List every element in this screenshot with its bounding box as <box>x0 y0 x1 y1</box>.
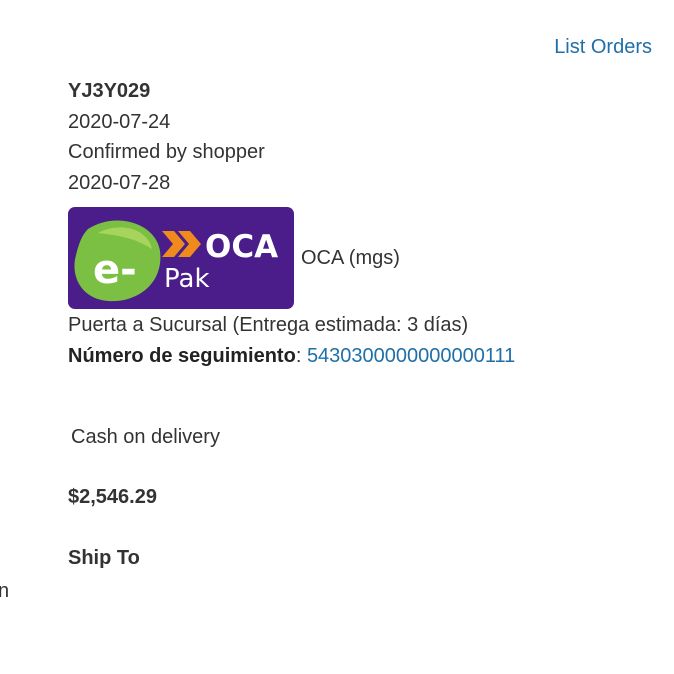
tracking-separator: : <box>295 344 302 367</box>
tracking-number-link[interactable]: 5430300000000000111 <box>307 345 515 367</box>
carrier-row: e- OCA Pak OCA (mgs) <box>68 206 658 310</box>
payment-method: Cash on delivery <box>71 426 220 448</box>
shipping-method: Puerta a Sucursal (Entrega estimada: 3 d… <box>68 314 469 336</box>
epak-badge-text: e- <box>93 247 137 293</box>
order-date: 2020-07-24 <box>68 110 171 133</box>
order-status: Confirmed by shopper <box>68 141 265 163</box>
oca-epak-logo: e- OCA Pak <box>68 207 294 309</box>
pak-logo-text: Pak <box>164 264 210 294</box>
order-summary: YJ3Y029 2020-07-24 Confirmed by shopper … <box>68 76 658 371</box>
order-total: $2,546.29 <box>68 486 157 508</box>
order-status-date: 2020-07-28 <box>68 171 171 194</box>
order-detail-page: List Orders YJ3Y029 2020-07-24 Confirmed… <box>0 0 674 674</box>
list-orders-link[interactable]: List Orders <box>554 36 652 59</box>
tracking-row: Número de seguimiento: 54303000000000001… <box>68 341 658 372</box>
order-id: YJ3Y029 <box>68 80 151 102</box>
carrier-name: OCA (mgs) <box>301 246 400 269</box>
tracking-label: Número de seguimiento <box>68 344 296 367</box>
oca-epak-logo-graphic: e- OCA Pak <box>74 220 278 302</box>
ship-to-heading: Ship To <box>68 547 140 569</box>
address-partial-text: n <box>0 580 10 602</box>
oca-logo-text: OCA <box>205 229 278 265</box>
